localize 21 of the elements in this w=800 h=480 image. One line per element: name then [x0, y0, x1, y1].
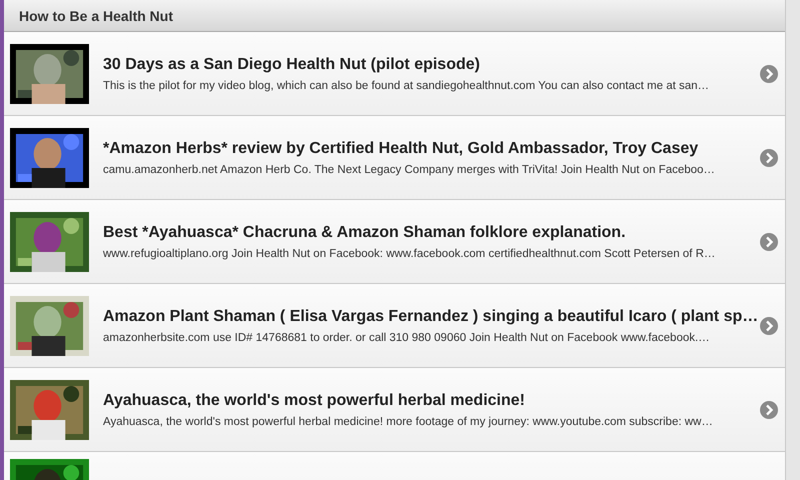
chevron-icon — [760, 316, 778, 334]
video-description: This is the pilot for my video blog, which can also be found at sandiegohealthnut.com You can also contact me at san… — [103, 80, 710, 92]
chevron-icon — [760, 232, 778, 250]
video-title: *Amazon Herbs* review by Certified Health Nut, Gold Ambassador, Troy Casey — [103, 140, 698, 158]
video-item[interactable]: Amazon Plant Shaman ( Elisa Vargas Fernandez ) singing a beautiful Icaro ( plant sp… amazonherbsite.com use ID# 14768681 to order. or call 310 980 09060 Join Health Nut on Facebook www.facebook.… — [4, 284, 785, 368]
video-title: Best *Ayahuasca* Chacruna & Amazon Shaman folklore explanation. — [103, 224, 626, 242]
chevron-icon — [760, 400, 778, 418]
video-item[interactable]: Ayahuasca, the world's most powerful herbal medicine! Ayahuasca, the world's most powerful herbal medicine! more footage of my journey: www.youtube.com subscribe: ww… — [4, 368, 785, 452]
video-description: amazonherbsite.com use ID# 14768681 to order. or call 310 980 09060 Join Health Nut on Facebook www.facebook.… — [103, 332, 710, 344]
video-description: camu.amazonherb.net Amazon Herb Co. The Next Legacy Company merges with TriVita! Join Health Nut on Faceboo… — [103, 164, 715, 176]
video-item[interactable]: 30 Days as a San Diego Health Nut (pilot episode) This is the pilot for my video blog, which can also be found at sandiegohealthnut.com You can also contact me at san… — [4, 32, 785, 116]
video-title: 30 Days as a San Diego Health Nut (pilot episode) — [103, 56, 480, 74]
page-title: How to Be a Health Nut — [19, 8, 174, 24]
video-title: Amazon Plant Shaman ( Elisa Vargas Fernandez ) singing a beautiful Icaro ( plant sp… — [103, 308, 758, 326]
video-description: www.refugioaltiplano.org Join Health Nut on Facebook: www.facebook.com certifiedhealthnut.com Scott Petersen of R… — [103, 248, 716, 260]
video-title: Ayahuasca, the world's most powerful herbal medicine! — [103, 392, 525, 410]
video-item[interactable]: *Amazon Herbs* review by Certified Health Nut, Gold Ambassador, Troy Casey camu.amazonherb.net Amazon Herb Co. The Next Legacy Company merges with TriVita! Join Health Nut on Faceboo… — [4, 116, 785, 200]
chevron-icon — [760, 148, 778, 166]
video-description: Ayahuasca, the world's most powerful herbal medicine! more footage of my journey: www.youtube.com subscribe: ww… — [103, 416, 713, 428]
video-item[interactable]: Best *Ayahuasca* Chacruna & Amazon Shaman folklore explanation. www.refugioaltiplano.org Join Health Nut on Facebook: www.facebook.com certifiedhealthnut.com Scott Petersen of R… — [4, 200, 785, 284]
chevron-icon — [760, 64, 778, 82]
